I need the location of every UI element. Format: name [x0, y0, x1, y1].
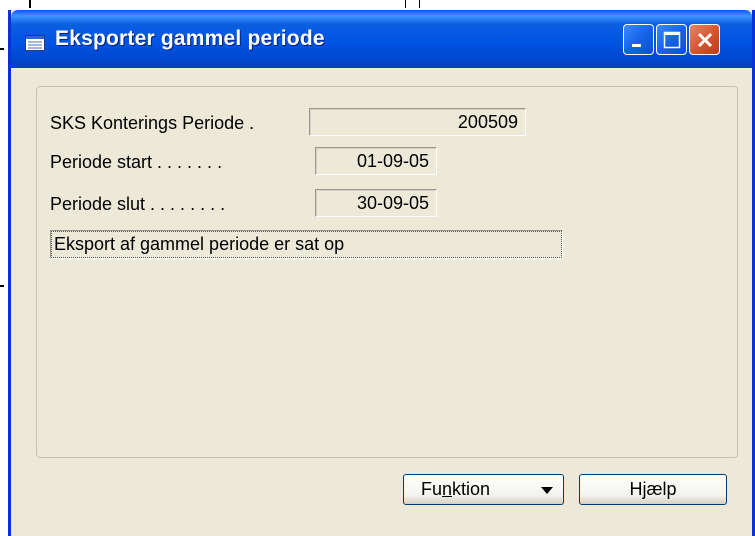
minimize-button[interactable] [623, 24, 654, 55]
function-label-end: ktion [452, 479, 491, 499]
title-bar[interactable]: Eksporter gammel periode [11, 10, 752, 68]
period-end-label: Periode slut . . . . . . . . [50, 194, 226, 214]
form-icon [25, 35, 45, 51]
background-mark [0, 285, 4, 287]
help-button[interactable]: Hjælp [579, 474, 727, 505]
minimize-icon [632, 44, 641, 47]
window-title: Eksporter gammel periode [55, 27, 325, 50]
function-button[interactable]: Funktion [403, 474, 564, 505]
background-mark [29, 0, 31, 8]
sks-period-label: SKS Konterings Periode . [50, 113, 255, 133]
function-label-start: Fu [421, 479, 443, 499]
period-start-field[interactable]: 01-09-05 [315, 147, 437, 175]
function-label-hotkey: n [442, 479, 453, 499]
maximize-icon [663, 31, 681, 49]
period-start-label: Periode start . . . . . . . [50, 152, 223, 172]
background-mark [0, 48, 4, 50]
background-mark [419, 0, 420, 8]
close-icon [697, 32, 713, 48]
period-end-field[interactable]: 30-09-05 [315, 189, 437, 217]
background-mark [405, 0, 406, 8]
sks-period-field[interactable]: 200509 [309, 108, 526, 136]
content-panel [36, 86, 738, 458]
status-message: Eksport af gammel periode er sat op [50, 230, 563, 259]
maximize-button[interactable] [656, 24, 687, 55]
dialog-window: Eksporter gammel periode SKS Konterings … [8, 10, 755, 536]
dropdown-arrow-icon [541, 487, 553, 494]
close-button[interactable] [689, 24, 720, 55]
